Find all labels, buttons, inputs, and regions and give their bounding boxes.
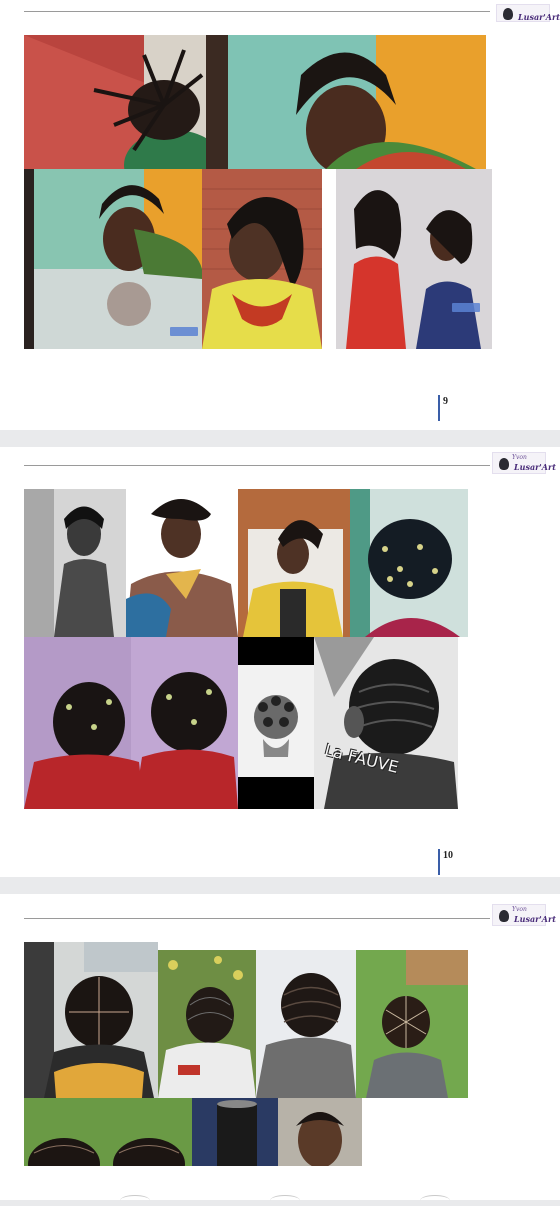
logo-text-line2: Lusar'Art	[514, 462, 556, 472]
photo-hairstyle-thread-spool	[192, 1098, 278, 1166]
photo-hairstyle-woman-green-wall	[206, 35, 486, 169]
photo-hairstyle-cornrow-outdoor	[356, 950, 468, 1098]
header-rule	[24, 918, 490, 919]
photo-hairstyle-cornrow-closeup	[24, 1098, 192, 1166]
photo-hairstyle-bw-portrait	[24, 489, 126, 637]
document-page-9: Lusar'Art 9	[0, 0, 560, 430]
photo-hairstyle-two-women	[336, 169, 492, 349]
logo-silhouette-icon	[499, 458, 509, 470]
brand-logo: Yvon Lusar'Art	[492, 904, 556, 926]
photo-hairstyle-cornrow-chair	[24, 942, 158, 1098]
photo-hairstyle-sketch	[238, 637, 314, 809]
photo-hairstyle-glasses-brick	[202, 169, 322, 349]
brand-logo: Yvon Lusar'Art	[492, 452, 556, 474]
page-footer-decoration	[120, 1195, 150, 1206]
photo-hairstyle-yellow-jacket	[238, 489, 350, 637]
photo-hairstyle-la-fauve: La FAUVE	[314, 637, 458, 809]
photo-hairstyle-red-umbrella	[24, 35, 206, 169]
logo-text-line1: Yvon	[512, 906, 527, 913]
photo-hairstyle-beaded-pair	[24, 637, 238, 809]
logo-text-line2: Lusar'Art	[514, 914, 556, 924]
brand-logo: Lusar'Art	[496, 4, 560, 22]
page-footer-decoration	[420, 1195, 450, 1206]
page-number-bar	[438, 849, 440, 875]
page-number: 10	[443, 850, 453, 861]
logo-text: Lusar'Art	[518, 12, 560, 22]
page-footer-decoration	[270, 1195, 300, 1206]
photo-hairstyle-twists-grey	[256, 950, 356, 1098]
header-rule	[24, 465, 490, 466]
logo-silhouette-icon	[499, 910, 509, 922]
header-rule	[24, 11, 490, 12]
photo-hairstyle-portrait-smile	[278, 1098, 362, 1166]
page-number-bar	[438, 395, 440, 421]
watermark-badge	[452, 303, 480, 312]
document-page-10: Yvon Lusar'Art La FAUVE 10	[0, 447, 560, 877]
photo-hairstyle-cornrow-garden	[158, 950, 256, 1098]
document-page-11: Yvon Lusar'Art	[0, 894, 560, 1200]
photo-hairstyle-beads-back	[350, 489, 468, 637]
logo-text-line1: Yvon	[512, 454, 527, 461]
logo-silhouette-icon	[503, 8, 513, 20]
watermark-badge	[170, 327, 198, 336]
photo-hairstyle-table-reflection	[24, 169, 202, 349]
page-number: 9	[443, 396, 448, 407]
photo-hairstyle-fan	[126, 489, 238, 637]
